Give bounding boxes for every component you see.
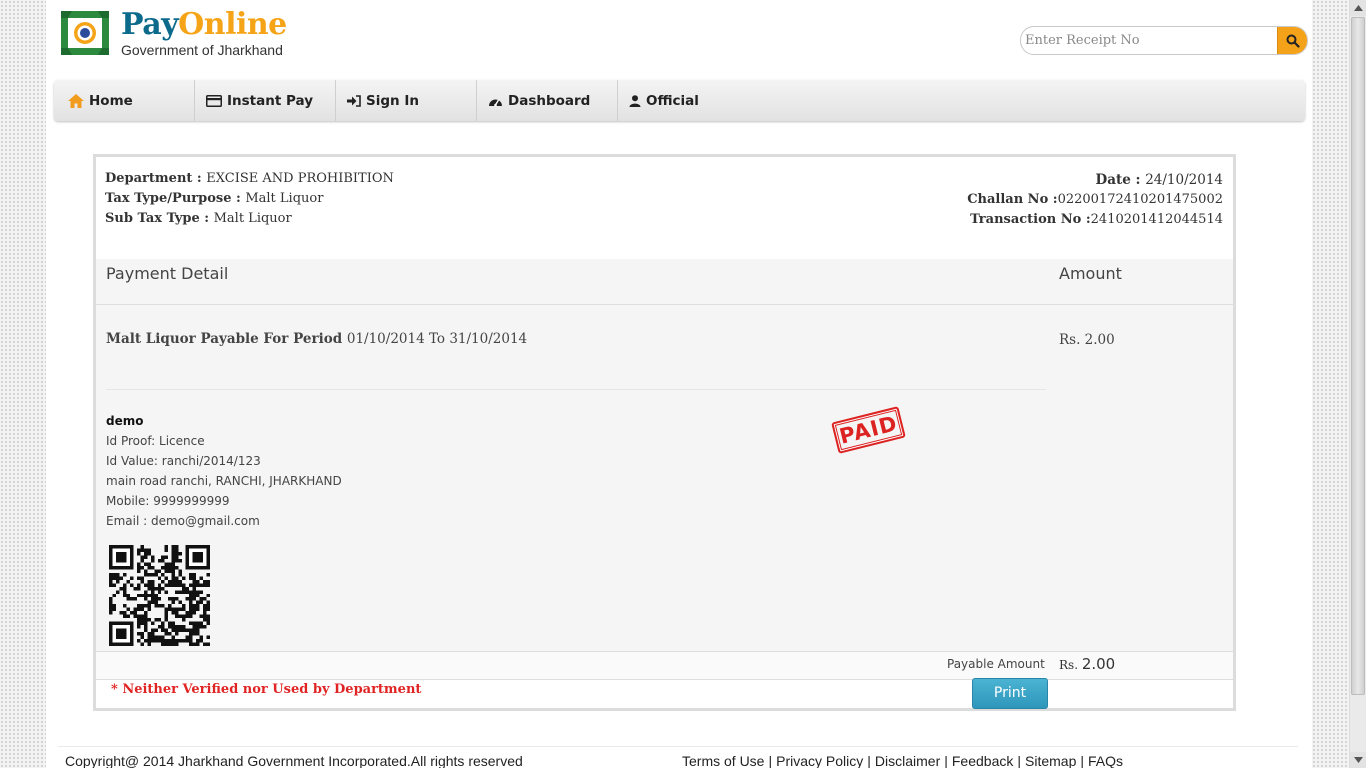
scrollbar-thumb[interactable] (1351, 17, 1365, 695)
print-button[interactable]: Print (972, 678, 1048, 709)
footer-link-faqs[interactable]: FAQs (1088, 753, 1123, 768)
payment-detail-heading: Payment Detail (106, 264, 229, 283)
nav-official[interactable]: Official (618, 80, 759, 121)
user-icon (629, 94, 641, 107)
sub-tax-line: Sub Tax Type : Malt Liquor (105, 209, 394, 229)
department-value: EXCISE AND PROHIBITION (206, 171, 394, 186)
receipt-search-input[interactable] (1021, 27, 1277, 54)
nav-home[interactable]: Home (54, 80, 195, 121)
footer-divider (58, 746, 1298, 747)
footer-separator: | (1017, 753, 1021, 768)
qr-code (109, 545, 210, 646)
footer-separator: | (867, 753, 871, 768)
receipt-search (1020, 26, 1308, 55)
scroll-up-button[interactable] (1350, 0, 1366, 16)
footer-link-privacy[interactable]: Privacy Policy (776, 753, 863, 768)
transaction-line: Transaction No :2410201412044514 (967, 210, 1223, 230)
footer-links: Terms of Use | Privacy Policy | Disclaimer | F… (682, 753, 1123, 768)
tax-type-line: Tax Type/Purpose : Malt Liquor (105, 189, 394, 209)
footer-separator: | (944, 753, 948, 768)
payer-address: main road ranchi, RANCHI, JHARKHAND (106, 474, 342, 488)
line-item-amount: Rs. 2.00 (1059, 332, 1115, 348)
challan-value: 02200172410201475002 (1057, 192, 1223, 207)
nav-dashboard[interactable]: Dashboard (477, 80, 618, 121)
payable-amount-value: Rs. 2.00 (1059, 655, 1115, 674)
payable-number: 2.00 (1081, 655, 1116, 673)
brand-subtitle: Government of Jharkhand (121, 42, 283, 58)
vertical-scrollbar[interactable] (1349, 0, 1366, 768)
brand[interactable]: PayOnline Government of Jharkhand (121, 8, 287, 59)
sub-tax-value: Malt Liquor (213, 211, 292, 226)
payment-receipt: Department : EXCISE AND PROHIBITION Tax … (93, 154, 1236, 711)
footer-link-disclaimer[interactable]: Disclaimer (875, 753, 940, 768)
home-icon (68, 93, 84, 108)
paid-stamp: PAID (831, 406, 906, 454)
date-line: Date : 24/10/2014 (967, 170, 1223, 190)
payer-name: demo (106, 414, 144, 428)
payer-details: demo Id Proof: Licence Id Value: ranchi/… (106, 411, 342, 531)
brand-pay: Pay (121, 7, 179, 42)
line-item-period: 01/10/2014 To 31/10/2014 (346, 331, 528, 347)
challan-label: Challan No : (967, 192, 1058, 207)
verification-note: * Neither Verified nor Used by Departmen… (111, 682, 422, 697)
footer-copyright: Copyright@ 2014 Jharkhand Government Inc… (65, 753, 523, 768)
credit-card-icon (206, 94, 222, 107)
search-button[interactable] (1277, 27, 1307, 54)
nav-official-label: Official (646, 92, 699, 109)
footer-link-sitemap[interactable]: Sitemap (1025, 753, 1076, 768)
arrow-up-icon (1353, 5, 1363, 11)
tax-type-value: Malt Liquor (245, 191, 324, 206)
date-value: 24/10/2014 (1145, 172, 1223, 188)
receipt-department-block: Department : EXCISE AND PROHIBITION Tax … (105, 169, 394, 229)
nav-home-label: Home (89, 92, 133, 109)
footer-separator: | (768, 753, 773, 768)
brand-name: PayOnline (121, 8, 287, 42)
nav-instant-pay[interactable]: Instant Pay (195, 80, 336, 121)
date-label: Date : (1095, 172, 1146, 188)
sign-in-icon (347, 94, 361, 107)
arrow-down-icon (1353, 757, 1363, 763)
divider (106, 389, 1046, 390)
payer-id-value: Id Value: ranchi/2014/123 (106, 454, 261, 468)
nav-instant-pay-label: Instant Pay (227, 92, 314, 109)
page: PayOnline Government of Jharkhand Home I… (46, 0, 1312, 768)
payable-amount-label: Payable Amount (947, 657, 1045, 671)
amount-heading: Amount (1059, 264, 1122, 283)
receipt-meta-block: Date : 24/10/2014 Challan No :0220017241… (967, 170, 1223, 230)
search-icon (1286, 34, 1300, 48)
department-label: Department : (105, 171, 207, 186)
line-item-text: Malt Liquor Payable For Period (106, 331, 347, 347)
footer-separator: | (1080, 753, 1084, 768)
payment-detail-header: Payment Detail Amount (96, 259, 1233, 305)
payable-currency: Rs. (1059, 658, 1082, 672)
nav-dashboard-label: Dashboard (508, 92, 591, 109)
sub-tax-label: Sub Tax Type : (105, 211, 214, 226)
transaction-value: 2410201412044514 (1090, 212, 1223, 227)
payable-amount-row: Payable Amount Rs. 2.00 (96, 651, 1233, 680)
payer-email: Email : demo@gmail.com (106, 514, 260, 528)
dashboard-icon (489, 99, 502, 106)
payer-mobile: Mobile: 9999999999 (106, 494, 230, 508)
nav-sign-in[interactable]: Sign In (336, 80, 477, 121)
footer-link-feedback[interactable]: Feedback (952, 753, 1013, 768)
scroll-down-button[interactable] (1350, 752, 1366, 768)
nav-sign-in-label: Sign In (366, 92, 419, 109)
transaction-label: Transaction No : (970, 212, 1091, 227)
tax-type-label: Tax Type/Purpose : (105, 191, 246, 206)
line-item-description: Malt Liquor Payable For Period 01/10/201… (106, 331, 527, 347)
payer-id-proof: Id Proof: Licence (106, 434, 205, 448)
jharkhand-emblem-logo[interactable] (60, 8, 110, 58)
main-nav: Home Instant Pay Sign In Dashboard Offic… (54, 80, 1305, 121)
payment-detail-section: Payment Detail Amount Malt Liquor Payabl… (96, 259, 1233, 651)
brand-online: Online (178, 7, 287, 42)
challan-line: Challan No :02200172410201475002 (967, 190, 1223, 210)
department-line: Department : EXCISE AND PROHIBITION (105, 169, 394, 189)
footer-link-terms[interactable]: Terms of Use (682, 753, 764, 768)
